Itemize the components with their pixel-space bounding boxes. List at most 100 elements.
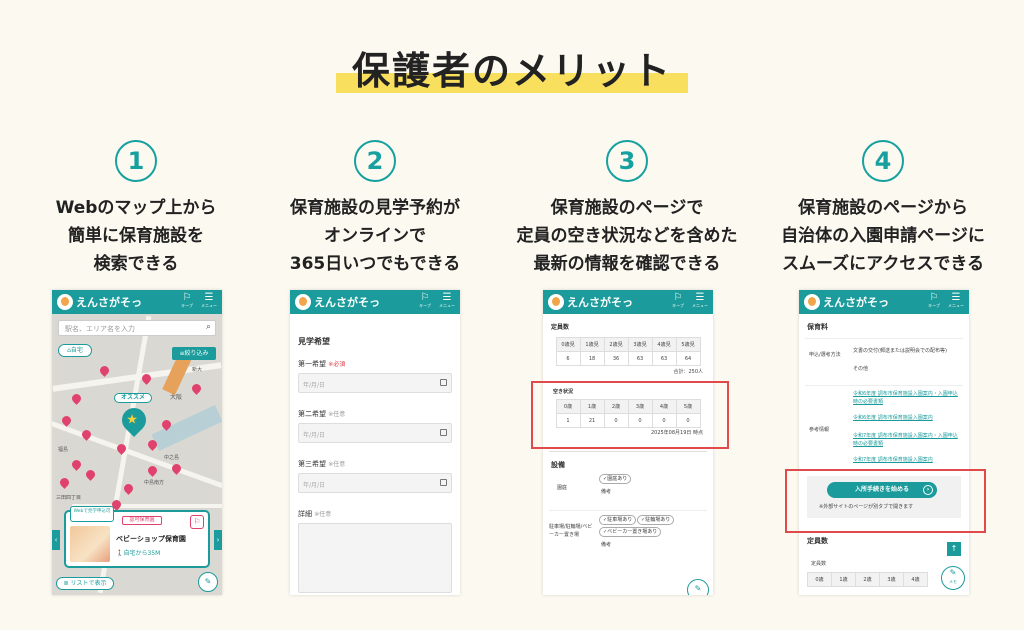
first-choice-date-input[interactable]: 年/月/日 — [298, 373, 452, 393]
recommended-pin[interactable]: ★ — [117, 403, 151, 437]
second-choice-date-input[interactable]: 年/月/日 — [298, 423, 452, 443]
memo-button[interactable]: ✎ メモ — [941, 566, 965, 590]
app-header: えんさがそっ ⚐ キープ ☰ メニュー — [799, 290, 969, 314]
nursery-pin[interactable] — [98, 364, 111, 377]
memo-button[interactable]: ✎ — [198, 572, 218, 592]
scroll-top-button[interactable]: ↑ — [947, 542, 961, 556]
apply-method-row: 申込/選考方法 文書の交付(郵送または説明会での配布等) その他 — [809, 348, 947, 372]
nursery-name: ベビーショップ保育園 — [116, 535, 186, 543]
capacity-title: 定員数 — [551, 324, 570, 331]
keep-button[interactable]: ⚐ キープ — [669, 292, 687, 309]
field-label: 第二希望 ※任意 — [298, 410, 346, 418]
calendar-icon — [440, 379, 447, 386]
reference-row: 参考情報 令和6年度 調布市保育施設入園案内・入園申込時の必要書類 令和6年度 … — [799, 386, 969, 482]
field-label: 第一希望 ※必須 — [298, 360, 346, 368]
nursery-distance: 🚶自宅から35M — [116, 550, 161, 557]
menu-button[interactable]: ☰ メニュー — [691, 292, 709, 309]
feature-2: 2 保育施設の見学予約が オンラインで 365日いつでもできる — [250, 140, 500, 278]
feature-desc: 保育施設の見学予約が オンラインで 365日いつでもできる — [289, 198, 461, 274]
feature-3: 3 保育施設のページで 定員の空き状況などを含めた 最新の情報を確認できる — [502, 140, 752, 278]
phone-visit-screen: えんさがそっ ⚐ キープ ☰ メニュー 見学希望 第一希望 ※必須 年/月/日 第二… — [290, 290, 460, 595]
equipment-tag: ✓駐車場あり — [599, 515, 637, 525]
home-button[interactable]: ⌂自宅 — [58, 344, 92, 357]
highlight-frame — [531, 381, 729, 449]
list-view-button[interactable]: ≣ リストで表示 — [56, 577, 114, 590]
nursery-pin[interactable] — [122, 482, 135, 495]
keep-button[interactable]: ⚐ キープ — [178, 292, 196, 309]
menu-button[interactable]: ☰ メニュー — [438, 292, 456, 309]
calendar-icon — [440, 479, 447, 486]
nursery-pin[interactable] — [70, 458, 83, 471]
bookmark-icon: ⚐ — [929, 292, 939, 303]
capacity-total: 合計：250人 — [673, 369, 703, 375]
capacity-title: 定員数 — [807, 537, 828, 545]
recommend-label: オススメ — [114, 393, 152, 403]
bookmark-icon: ⚐ — [193, 517, 201, 526]
star-icon: ★ — [126, 412, 138, 428]
capacity-table: 0歳児 1歳児 2歳児 3歳児 4歳児 5歳児 6 18 36 63 63 64 — [555, 337, 701, 366]
field-label: 詳細 ※任意 — [298, 510, 332, 518]
nursery-pin[interactable] — [58, 476, 71, 489]
page-title: 保護者のメリット — [335, 40, 688, 95]
feature-number: 3 — [606, 140, 648, 182]
logo-icon — [295, 294, 311, 310]
hamburger-icon: ☰ — [695, 292, 705, 303]
search-icon: ⌕ — [205, 322, 211, 332]
hamburger-icon: ☰ — [442, 292, 452, 303]
equipment-row-parking: 駐車場/駐輪場/ベビーカー置き場 ✓駐車場あり ✓駐輪場あり ✓ベビーカー置き場… — [543, 511, 713, 555]
fee-title: 保育料 — [807, 323, 828, 331]
map-view[interactable]: 駅名、エリア名を入力 ⌕ ⌂自宅 ≡絞り込み オススメ ★ 三田四丁目 中島南方… — [52, 314, 222, 595]
nursery-card[interactable]: Webで見学申込可 認可保育園 ⚐ ベビーショップ保育園 🚶自宅から35M — [64, 506, 210, 568]
bookmark-icon: ⚐ — [182, 292, 192, 303]
detail-textarea[interactable] — [298, 523, 452, 593]
hamburger-icon: ☰ — [951, 292, 961, 303]
logo-icon — [57, 294, 73, 310]
keep-button[interactable]: ⚐ キープ — [416, 292, 434, 309]
nursery-pin[interactable] — [70, 392, 83, 405]
filter-button[interactable]: ≡絞り込み — [172, 347, 216, 360]
list-icon: ≣ — [63, 580, 69, 587]
memo-button[interactable]: ✎ — [687, 579, 709, 595]
reference-link[interactable]: 令和6年度 調布市保育施設入園案内 — [853, 414, 961, 422]
reference-link[interactable]: 令和7年度 調布市保育施設入園案内 — [853, 456, 961, 464]
nursery-pin[interactable] — [146, 464, 159, 477]
pencil-icon: ✎ — [694, 584, 702, 593]
app-brand: えんさがそっ — [76, 296, 142, 309]
app-brand: えんさがそっ — [823, 296, 889, 309]
nursery-pin[interactable] — [190, 382, 203, 395]
equipment-tag: ✓園庭あり — [599, 474, 632, 484]
feature-4: 4 保育施設のページから 自治体の入園申請ページに スムーズにアクセスできる — [758, 140, 1008, 278]
capacity-subtitle: 定員数 — [811, 561, 827, 567]
phone-map-screen: えんさがそっ ⚐ キープ ☰ メニュー 駅名、エリア名を入力 ⌕ ⌂自宅 ≡絞り込み… — [52, 290, 222, 595]
feature-desc: Webのマップ上から 簡単に保育施設を 検索できる — [55, 198, 217, 274]
equipment-tag: ✓ベビーカー置き場あり — [599, 527, 662, 537]
app-header: えんさがそっ ⚐ キープ ☰ メニュー — [543, 290, 713, 314]
prev-arrow[interactable]: ‹ — [52, 530, 60, 550]
phone-application-screen: えんさがそっ ⚐ キープ ☰ メニュー 保育料 申込/選考方法 文書の交付(郵送また… — [799, 290, 969, 595]
reference-link[interactable]: 令和6年度 調布市保育施設入園案内・入園申込時の必要書類 — [853, 390, 961, 406]
calendar-icon — [440, 429, 447, 436]
search-input[interactable]: 駅名、エリア名を入力 ⌕ — [58, 320, 216, 336]
keep-toggle[interactable]: ⚐ — [190, 515, 204, 529]
feature-number: 4 — [862, 140, 904, 182]
next-arrow[interactable]: › — [214, 530, 222, 550]
menu-button[interactable]: ☰ メニュー — [200, 292, 218, 309]
menu-button[interactable]: ☰ メニュー — [947, 292, 965, 309]
equipment-title: 設備 — [551, 461, 565, 469]
app-brand: えんさがそっ — [567, 296, 633, 309]
reference-link[interactable]: 令和7年度 調布市保育施設入園案内・入園申込時の必要書類 — [853, 432, 961, 448]
equipment-tag: ✓駐輪場あり — [637, 515, 675, 525]
app-header: えんさがそっ ⚐ キープ ☰ メニュー — [290, 290, 460, 314]
app-brand: えんさがそっ — [314, 296, 380, 309]
third-choice-date-input[interactable]: 年/月/日 — [298, 473, 452, 493]
certified-badge: 認可保育園 — [122, 516, 162, 525]
app-header: えんさがそっ ⚐ キープ ☰ メニュー — [52, 290, 222, 314]
equipment-row-garden: 園庭 ✓園庭あり 備考 — [543, 470, 713, 510]
keep-button[interactable]: ⚐ キープ — [925, 292, 943, 309]
highlight-frame — [785, 469, 986, 533]
feature-number: 1 — [115, 140, 157, 182]
feature-desc: 保育施設のページから 自治体の入園申請ページに スムーズにアクセスできる — [781, 198, 985, 274]
nursery-pin[interactable] — [84, 468, 97, 481]
pencil-icon: ✎ — [949, 568, 957, 577]
bookmark-icon: ⚐ — [420, 292, 430, 303]
